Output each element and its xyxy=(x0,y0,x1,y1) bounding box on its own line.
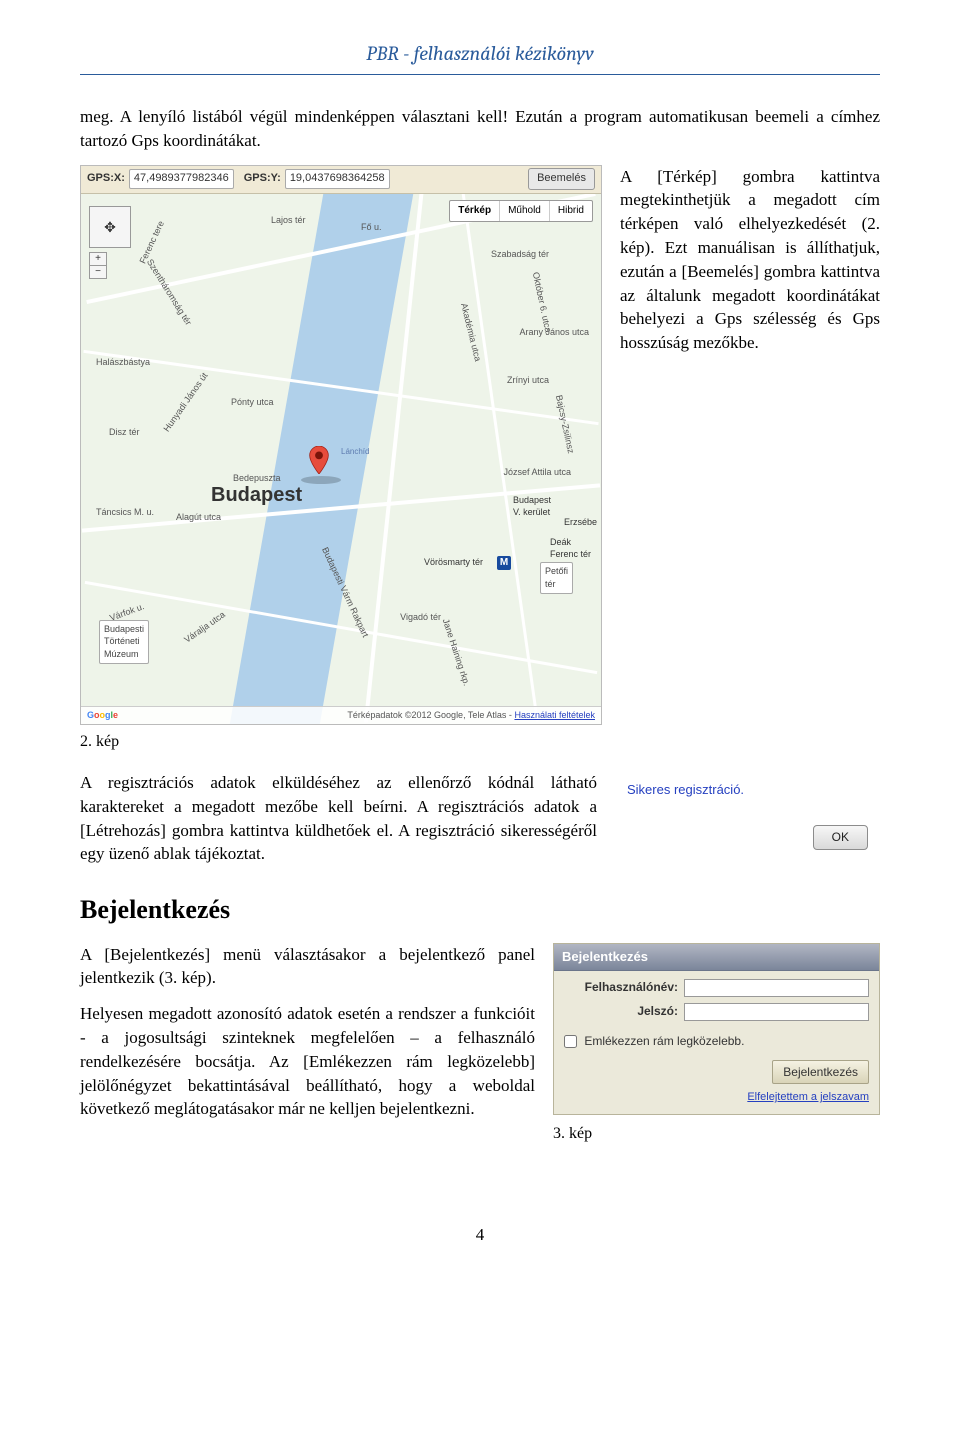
map-type-bar: Térkép Műhold Hibrid xyxy=(449,200,593,222)
figure-3-caption: 3. kép xyxy=(553,1123,880,1145)
zoom-out-button[interactable]: − xyxy=(90,266,106,278)
map-pin-shadow xyxy=(301,476,341,484)
gpsy-label: GPS:Y: xyxy=(244,171,281,186)
map-zoom-control[interactable]: + − xyxy=(89,252,107,279)
zoom-in-button[interactable]: + xyxy=(90,253,106,266)
login-panel: Bejelentkezés Felhasználónév: Jelszó: Em… xyxy=(553,943,880,1115)
metro-icon: M xyxy=(497,556,511,570)
remember-label: Emlékezzen rám legközelebb. xyxy=(584,1034,744,1048)
map-copyright: Térképadatok ©2012 Google, Tele Atlas - xyxy=(347,710,512,720)
map-type-satellite[interactable]: Műhold xyxy=(500,201,550,221)
map-pin-icon[interactable] xyxy=(309,446,329,474)
login-paragraph-1: A [Bejelentkezés] menü választásakor a b… xyxy=(80,943,535,991)
success-dialog: Sikeres regisztráció. OK xyxy=(615,771,880,864)
registration-row: A regisztrációs adatok elküldéséhez az e… xyxy=(80,771,880,878)
username-label: Felhasználónév: xyxy=(564,979,684,996)
street-label: Táncsics M. u. xyxy=(96,506,154,519)
login-row: A [Bejelentkezés] menü választásakor a b… xyxy=(80,943,880,1164)
street-label: Pónty utca xyxy=(231,396,274,409)
map-description: A [Térkép] gombra kattintva megtekinthet… xyxy=(620,165,880,367)
poi-label: Erzsébe xyxy=(564,516,597,529)
intro-paragraph: meg. A lenyíló listából végül mindenképp… xyxy=(80,105,880,153)
map-footer: Google Térképadatok ©2012 Google, Tele A… xyxy=(81,706,601,724)
remember-checkbox[interactable] xyxy=(564,1035,577,1048)
street-label: Halászbástya xyxy=(96,356,150,369)
street-label: Zrínyi utca xyxy=(507,374,549,387)
map-nav-controls: ✥ + − xyxy=(89,206,131,279)
login-panel-title: Bejelentkezés xyxy=(554,944,879,971)
google-logo: Google xyxy=(87,709,118,722)
login-button[interactable]: Bejelentkezés xyxy=(772,1060,869,1085)
map-screenshot: GPS:X: 47,4989377982346 GPS:Y: 19,043769… xyxy=(80,165,602,725)
street-label: Disz tér xyxy=(109,426,140,439)
poi-label: Budapest V. kerület xyxy=(513,494,551,519)
street-label: Arany János utca xyxy=(519,326,589,339)
street-label: Szabadság tér xyxy=(491,248,549,261)
map-type-map[interactable]: Térkép xyxy=(450,201,500,221)
map-desc-paragraph: A [Térkép] gombra kattintva megtekinthet… xyxy=(620,165,880,355)
city-label: Budapest xyxy=(211,481,302,509)
page-number: 4 xyxy=(80,1223,880,1247)
lift-button[interactable]: Beemelés xyxy=(528,168,595,189)
street-label: József Attila utca xyxy=(503,466,571,479)
street-label: Fő u. xyxy=(361,221,382,234)
login-heading: Bejelentkezés xyxy=(80,892,880,928)
document-header: PBR - felhasználói kézikönyv xyxy=(80,40,880,75)
gpsy-value[interactable]: 19,0437698364258 xyxy=(285,169,390,188)
gpsx-label: GPS:X: xyxy=(87,171,125,186)
registration-paragraph: A regisztrációs adatok elküldéséhez az e… xyxy=(80,771,597,866)
poi-label: Vörösmarty tér xyxy=(424,556,483,569)
street-label: Lajos tér xyxy=(271,214,306,227)
poi-petofi: Petőfi tér xyxy=(540,562,573,593)
success-message: Sikeres regisztráció. xyxy=(627,781,868,799)
poi-museum: Budapesti Történeti Múzeum xyxy=(99,620,149,664)
login-paragraph-2: Helyesen megadott azonosító adatok eseté… xyxy=(80,1002,535,1121)
bridge-label: Lánchíd xyxy=(341,446,369,457)
map-gps-toolbar: GPS:X: 47,4989377982346 GPS:Y: 19,043769… xyxy=(81,166,601,194)
forgot-password-link[interactable]: Elfelejtettem a jelszavam xyxy=(747,1090,869,1105)
password-input[interactable] xyxy=(684,1003,869,1021)
street-label: Vigadó tér xyxy=(400,611,441,624)
password-label: Jelszó: xyxy=(564,1003,684,1020)
map-terms-link[interactable]: Használati feltételek xyxy=(514,710,595,720)
map-row: GPS:X: 47,4989377982346 GPS:Y: 19,043769… xyxy=(80,165,880,725)
map-type-hybrid[interactable]: Hibrid xyxy=(550,201,592,221)
street-label: Alagút utca xyxy=(176,511,221,524)
ok-button[interactable]: OK xyxy=(813,825,868,850)
username-input[interactable] xyxy=(684,979,869,997)
gpsx-value[interactable]: 47,4989377982346 xyxy=(129,169,234,188)
poi-label: Deák Ferenc tér xyxy=(550,536,591,561)
figure-2-caption: 2. kép xyxy=(80,731,880,753)
map-pan-control[interactable]: ✥ xyxy=(89,206,131,248)
